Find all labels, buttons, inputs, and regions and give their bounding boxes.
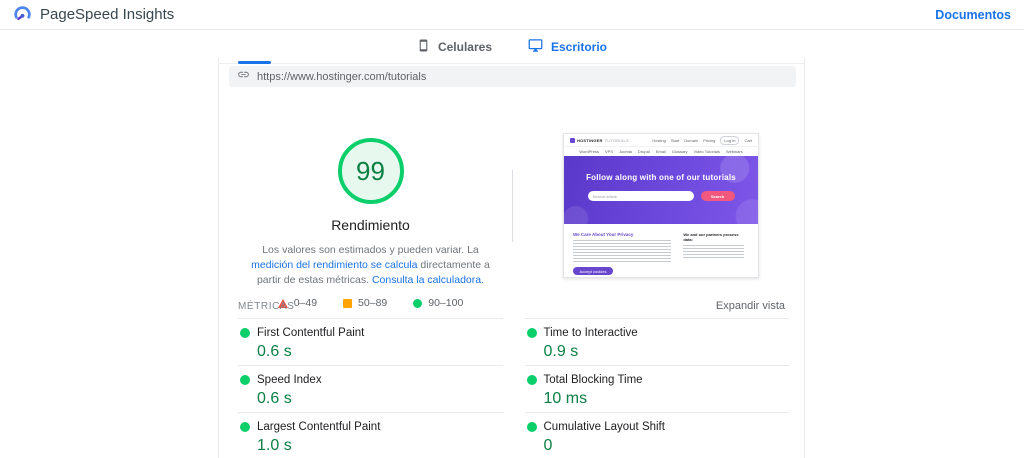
documentos-link[interactable]: Documentos <box>935 8 1011 22</box>
preview-nav-domain: Domain <box>684 138 698 143</box>
active-section-indicator <box>238 61 271 64</box>
pagespeed-logo-icon <box>13 5 32 24</box>
performance-gauge[interactable]: 99 <box>338 138 404 204</box>
preview-cat-vps: VPS <box>605 149 613 154</box>
score-summary: 99 Rendimiento Los valores son estimados… <box>229 138 512 309</box>
metric-value: 0.6 s <box>257 343 503 361</box>
preview-nav-start: Start <box>671 138 679 143</box>
report-card: https://www.hostinger.com/tutorials 99 R… <box>218 58 805 458</box>
preview-search-placeholder: Search article <box>593 194 617 199</box>
preview-search-row: Search article Search <box>564 191 758 201</box>
preview-search-button-label: Search <box>711 194 724 199</box>
metric-name: Speed Index <box>257 374 322 386</box>
metric-name: Time to Interactive <box>544 327 638 339</box>
preview-partners-column: We and our partners process data: <box>683 232 749 275</box>
preview-cat-drupal: Drupal <box>638 149 650 154</box>
preview-logo-suffix: TUTORIALS <box>605 138 629 143</box>
metric-name: Largest Contentful Paint <box>257 421 380 433</box>
preview-nav-pricing: Pricing <box>703 138 715 143</box>
preview-login-button: Log In <box>720 136 739 145</box>
score-disclaimer: Los valores son estimados y pueden varia… <box>242 243 500 288</box>
preview-cat-joomla: Joomla <box>619 149 632 154</box>
preview-cat-email: Email <box>656 149 666 154</box>
preview-cat-video-tutorials: Video Tutorials <box>694 149 720 154</box>
preview-accept-cookies-label: Accept cookies <box>580 269 607 274</box>
pagespeed-insights-page: PageSpeed Insights Documentos Celulares … <box>0 0 1024 458</box>
metric-total-blocking-time: Total Blocking Time 10 ms <box>525 365 790 412</box>
metric-value: 1.0 s <box>257 437 503 455</box>
preview-hostinger-logo-icon <box>570 138 575 143</box>
pass-dot-icon <box>240 375 250 385</box>
preview-hero-title: Follow along with one of our tutorials <box>564 156 758 182</box>
preview-search-button: Search <box>701 191 735 201</box>
preview-cat-glossary: Glossary <box>672 149 688 154</box>
link-icon <box>237 68 250 86</box>
preview-top-nav: Hosting Start Domain Pricing Log In Cart <box>652 136 752 145</box>
metric-value: 0.9 s <box>544 343 790 361</box>
site-screenshot-preview: HOSTINGER TUTORIALS Hosting Start Domain… <box>563 133 759 278</box>
pass-dot-icon <box>527 422 537 432</box>
preview-cart-link: Cart <box>744 138 752 143</box>
metrics-section: MÉTRICAS Expandir vista First Contentful… <box>219 300 804 458</box>
preview-logo-text: HOSTINGER <box>577 138 603 143</box>
pass-dot-icon <box>527 328 537 338</box>
preview-category-nav: WordPress VPS Joomla Drupal Email Glossa… <box>564 146 758 156</box>
preview-nav-hosting: Hosting <box>652 138 666 143</box>
metric-name: Cumulative Layout Shift <box>544 421 665 433</box>
disclaimer-text-1: Los valores son estimados y pueden varia… <box>262 244 479 256</box>
smartphone-icon <box>417 39 430 55</box>
metric-value: 10 ms <box>544 390 790 408</box>
preview-search-input: Search article <box>588 191 694 201</box>
preview-privacy-text-lines <box>573 240 671 263</box>
metric-name: First Contentful Paint <box>257 327 364 339</box>
app-title: PageSpeed Insights <box>40 6 174 23</box>
preview-cat-webinars: Webinars <box>726 149 743 154</box>
preview-partners-heading: We and our partners process data: <box>683 232 749 242</box>
metrics-header: MÉTRICAS Expandir vista <box>219 300 804 318</box>
card-top-divider <box>219 63 804 64</box>
preview-cookie-notice: We Care About Your Privacy Accept cookie… <box>564 224 758 275</box>
metric-value: 0 <box>544 437 790 455</box>
metrics-grid: First Contentful Paint 0.6 s Time to Int… <box>219 318 804 458</box>
preview-hero-banner: Follow along with one of our tutorials S… <box>564 156 758 224</box>
summary-divider <box>512 170 513 242</box>
metric-time-to-interactive: Time to Interactive 0.9 s <box>525 318 790 365</box>
preview-accept-cookies-button: Accept cookies <box>573 267 613 275</box>
expand-view-link[interactable]: Expandir vista <box>716 300 785 312</box>
metric-first-contentful-paint: First Contentful Paint 0.6 s <box>238 318 503 365</box>
preview-privacy-column: We Care About Your Privacy Accept cookie… <box>573 232 673 275</box>
preview-site-header: HOSTINGER TUTORIALS Hosting Start Domain… <box>564 134 758 146</box>
metric-cumulative-layout-shift: Cumulative Layout Shift 0 <box>525 412 790 458</box>
tab-celulares-label: Celulares <box>438 40 492 54</box>
desktop-icon <box>528 38 543 56</box>
metric-largest-contentful-paint: Largest Contentful Paint 1.0 s <box>238 412 503 458</box>
analyzed-url: https://www.hostinger.com/tutorials <box>257 71 426 83</box>
measurement-link[interactable]: medición del rendimiento se calcula <box>251 259 417 271</box>
calculator-link[interactable]: Consulta la calculadora. <box>372 274 484 286</box>
analyzed-url-bar: https://www.hostinger.com/tutorials <box>229 66 796 87</box>
metric-name: Total Blocking Time <box>544 374 643 386</box>
metric-value: 0.6 s <box>257 390 503 408</box>
metric-speed-index: Speed Index 0.6 s <box>238 365 503 412</box>
preview-cat-wordpress: WordPress <box>579 149 599 154</box>
tab-escritorio-label: Escritorio <box>551 40 607 54</box>
preview-privacy-heading: We Care About Your Privacy <box>573 232 673 237</box>
metrics-title: MÉTRICAS <box>238 301 294 312</box>
pass-dot-icon <box>240 422 250 432</box>
performance-score: 99 <box>356 156 385 187</box>
preview-partners-text-lines <box>683 245 743 260</box>
app-header: PageSpeed Insights Documentos <box>0 0 1024 30</box>
category-label: Rendimiento <box>229 217 512 233</box>
pass-dot-icon <box>527 375 537 385</box>
pass-dot-icon <box>240 328 250 338</box>
